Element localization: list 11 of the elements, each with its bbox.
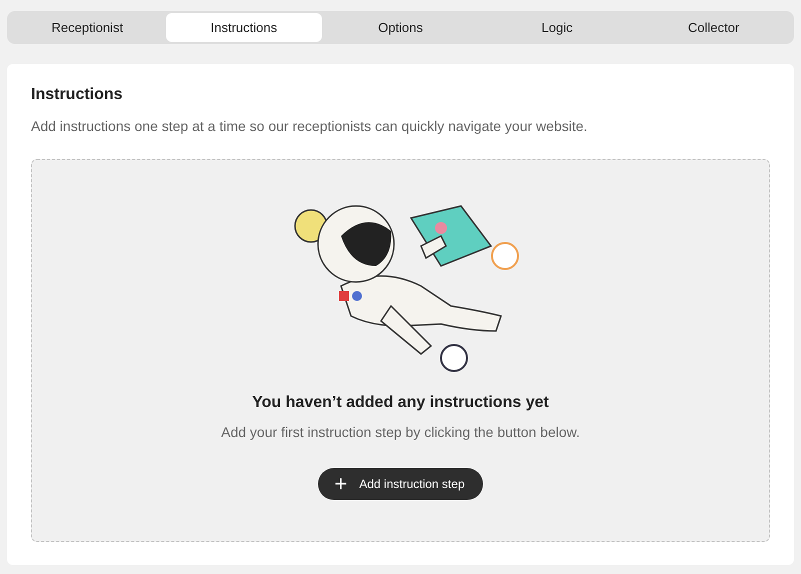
tab[interactable]: Logic <box>478 13 636 42</box>
add-instruction-button[interactable]: + Add instruction step <box>318 468 483 500</box>
tab[interactable]: Receptionist <box>9 13 166 42</box>
tab[interactable]: Collector <box>635 13 792 42</box>
section-title: Instructions <box>31 86 124 104</box>
empty-state-message: Add your first instruction step by clicking the button below. <box>221 424 580 440</box>
tab[interactable]: Instructions <box>166 13 322 42</box>
plus-icon: + <box>334 473 348 495</box>
empty-state-title: You haven’t added any instructions yet <box>252 394 549 412</box>
tab[interactable]: Options <box>322 13 479 42</box>
section-description: Add instructions one step at a time so our receptionists can quickly navigate your website. <box>31 118 588 134</box>
